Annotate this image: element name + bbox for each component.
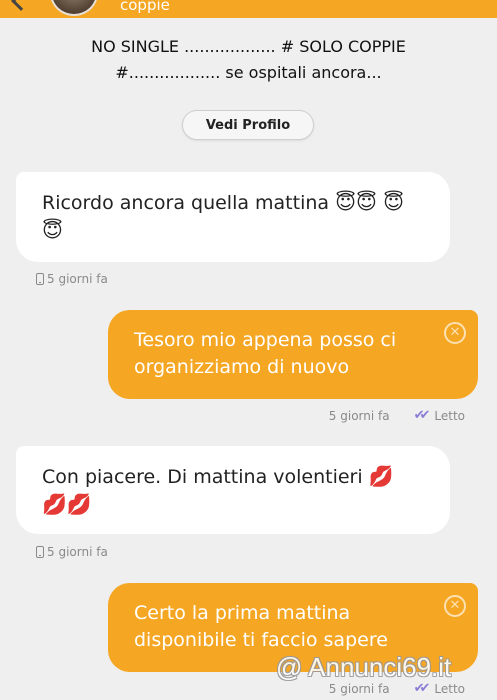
read-status: Letto [434,681,465,696]
avatar[interactable] [50,0,98,16]
view-profile-button[interactable]: Vedi Profilo [182,110,314,140]
bio-line: #.................. se ospitali ancora..… [115,63,382,82]
message-time: 5 giorni fa [47,272,108,286]
message-meta: 5 giorni fa ✔✔ Letto [329,681,465,696]
message-text: Con piacere. Di mattina volentieri [42,466,363,488]
chat-header: coppie [0,0,497,18]
phone-icon [36,546,44,558]
message-time: 5 giorni fa [328,681,390,696]
bio-line: NO SINGLE .................. # SOLO COPP… [91,37,406,56]
read-status: Letto [434,408,465,423]
header-subtitle: coppie [120,0,170,14]
double-check-icon: ✔✔ [413,681,431,696]
message-text: Tesoro mio appena posso ci organizziamo … [134,329,397,378]
back-arrow-icon[interactable] [11,0,31,11]
message-text: Certo la prima mattina disponibile ti fa… [134,602,388,651]
message-meta: 5 giorni fa [36,545,108,559]
message-meta: 5 giorni fa [36,272,108,286]
close-icon[interactable]: ✕ [444,595,466,617]
close-icon[interactable]: ✕ [444,322,466,344]
message-meta: 5 giorni fa ✔✔ Letto [329,408,465,423]
message-text: Ricordo ancora quella mattina [42,192,330,214]
double-check-icon: ✔✔ [413,408,431,423]
message-bubble-incoming[interactable]: Ricordo ancora quella mattina 😇😇 😇😇 [16,172,450,262]
message-bubble-incoming[interactable]: Con piacere. Di mattina volentieri 💋 💋💋 [16,446,450,534]
phone-icon [36,273,44,285]
watermark: @ Annunci69.it [276,652,452,682]
message-time: 5 giorni fa [328,408,390,423]
message-time: 5 giorni fa [47,545,108,559]
message-bubble-outgoing[interactable]: Tesoro mio appena posso ci organizziamo … [108,310,478,399]
profile-bio: NO SINGLE .................. # SOLO COPP… [0,34,497,86]
